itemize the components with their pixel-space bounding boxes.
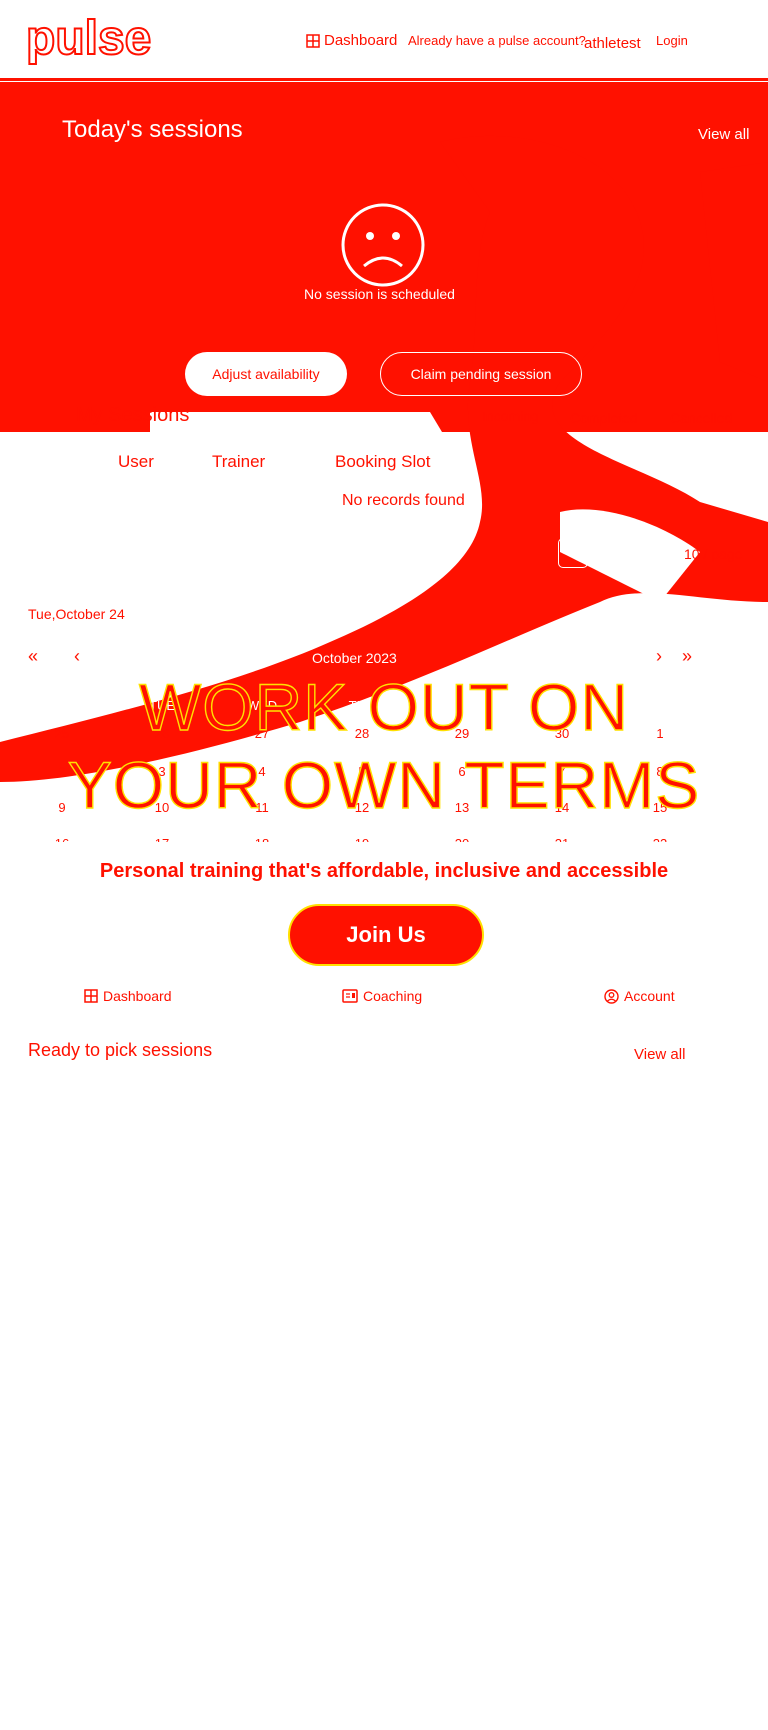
nav-dashboard-link[interactable]: Dashboard (306, 32, 397, 49)
bottom-nav-account-label: Account (624, 988, 675, 1004)
pagination-next-button[interactable] (630, 538, 660, 568)
tab-cancelled[interactable]: Cancelled (670, 410, 732, 426)
svg-text:pulse: pulse (26, 14, 151, 65)
column-header-booking-slot: Booking Slot (335, 452, 431, 471)
account-icon (604, 988, 619, 1004)
calendar-next-year-button[interactable]: » (682, 646, 692, 667)
column-header-user: User (118, 452, 154, 471)
ready-view-all-link[interactable]: View all (634, 1046, 685, 1063)
dashboard-icon (306, 33, 320, 48)
dashboard-icon (84, 989, 98, 1003)
nav-username[interactable]: athletest (584, 35, 641, 52)
pulse-logo[interactable]: pulse (26, 14, 186, 72)
promo-headline-line1: WORK OUT ON (138, 669, 630, 744)
calendar-date-label: Tue,October 24 (28, 606, 125, 622)
ready-sessions-title: Ready to pick sessions (28, 1040, 213, 1060)
coaching-icon (342, 989, 358, 1003)
bottom-nav-dashboard[interactable]: Dashboard (84, 988, 172, 1004)
calendar-day-cell[interactable]: 19 (342, 836, 382, 842)
calendar-prev-month-button[interactable]: ‹ (74, 646, 80, 667)
promo-headline-line2: YOUR OWN TERMS (67, 747, 701, 822)
calendar-prev-year-button[interactable]: « (28, 646, 38, 667)
bottom-nav-dashboard-label: Dashboard (103, 988, 172, 1004)
bottom-navigation: Dashboard Coaching Account (0, 978, 768, 1022)
pagination-prev-button[interactable] (558, 538, 588, 568)
login-prompt-text: Already have a pulse account? (408, 33, 586, 48)
no-session-text: No session is scheduled (304, 286, 455, 302)
calendar-month-label: October 2023 (312, 650, 397, 666)
calendar-day-cell[interactable]: 22 (640, 836, 680, 842)
tab-completed[interactable]: Completed (570, 410, 638, 426)
calendar-next-month-button[interactable]: › (656, 646, 662, 667)
no-records-text: No records found (342, 492, 465, 509)
calendar-day-cell[interactable]: 17 (142, 836, 182, 842)
tab-incoming[interactable]: Incoming (482, 408, 539, 424)
promo-subhead: Personal training that's affordable, inc… (99, 860, 669, 882)
page-size-select[interactable]: 10 / page (684, 546, 742, 562)
calendar-day-cell[interactable]: 20 (442, 836, 482, 842)
join-us-button[interactable]: Join Us (288, 904, 484, 966)
column-header-trainer: Trainer (212, 452, 266, 471)
my-sessions-title: My Sessions (76, 404, 190, 426)
header-divider (0, 78, 768, 81)
sad-face-icon (341, 203, 425, 287)
nav-dashboard-label: Dashboard (324, 32, 398, 49)
calendar-day-cell[interactable]: 18 (242, 836, 282, 842)
today-sessions-title: Today's sessions (62, 116, 243, 143)
calendar-day-cell[interactable]: 16 (42, 836, 82, 842)
bottom-nav-coaching-label: Coaching (363, 988, 423, 1004)
today-view-all-link[interactable]: View all (698, 126, 749, 143)
nav-login-link[interactable]: Login (656, 33, 688, 48)
pagination-current-page[interactable]: 1 (594, 538, 624, 568)
adjust-availability-button[interactable]: Adjust availability (185, 352, 347, 396)
top-header: pulse Dashboard Already have a pulse acc… (0, 0, 768, 80)
claim-pending-session-button[interactable]: Claim pending session (380, 352, 582, 396)
bottom-nav-account[interactable]: Account (604, 988, 675, 1004)
bottom-nav-coaching[interactable]: Coaching (342, 988, 422, 1004)
calendar-day-cell[interactable]: 21 (542, 836, 582, 842)
